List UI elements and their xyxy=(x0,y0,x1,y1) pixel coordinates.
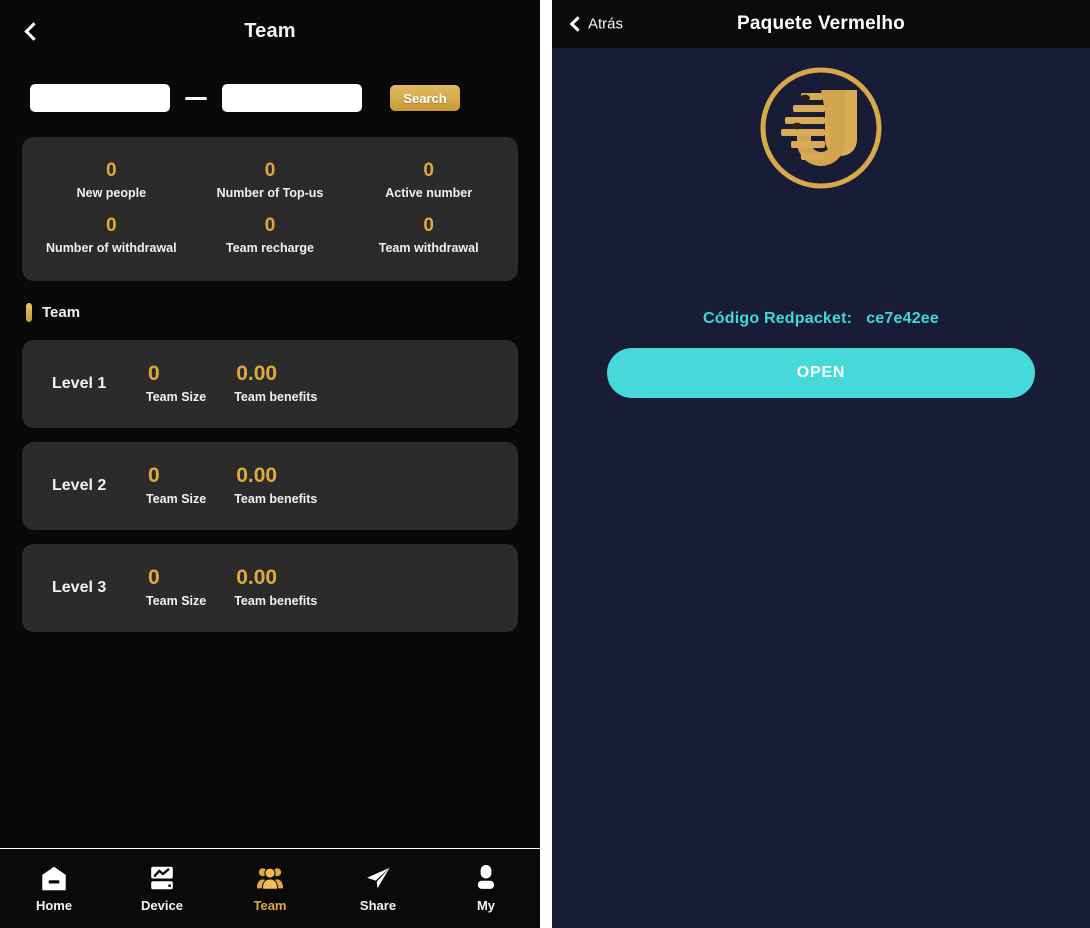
stat-active-number: 0 Active number xyxy=(349,159,508,200)
team-size-label: Team Size xyxy=(146,492,207,507)
stat-label: New people xyxy=(76,185,147,200)
stat-label: Number of withdrawal xyxy=(46,240,177,255)
tab-label: Device xyxy=(141,897,183,913)
tab-team[interactable]: Team xyxy=(216,865,324,913)
tab-device[interactable]: Device xyxy=(108,865,216,913)
team-header: Team xyxy=(0,0,540,62)
team-size-value: 0 xyxy=(148,565,160,589)
team-benefits-value: 0.00 xyxy=(236,361,278,385)
brand-logo xyxy=(757,64,885,192)
tab-home[interactable]: Home xyxy=(0,865,108,913)
home-icon xyxy=(42,866,66,890)
redpacket-header: Atrás Paquete Vermelho xyxy=(552,0,1090,48)
stat-value: 0 xyxy=(106,160,117,181)
stat-number-of-withdrawal: 0 Number of withdrawal xyxy=(32,214,191,255)
level-team-size: 0 Team Size xyxy=(146,565,207,609)
stat-label: Team recharge xyxy=(225,240,314,255)
page-title: Team xyxy=(244,19,296,42)
level-team-size: 0 Team Size xyxy=(146,463,207,507)
panel-divider xyxy=(540,0,552,928)
tab-label: Team xyxy=(253,897,287,913)
redpacket-code-value: ce7e42ee xyxy=(866,310,939,327)
monitor-icon xyxy=(151,866,173,889)
level-team-benefits: 0.00 Team benefits xyxy=(234,565,318,609)
team-section-header: Team xyxy=(26,302,540,322)
send-icon xyxy=(367,867,390,888)
tab-my[interactable]: My xyxy=(432,864,540,913)
stat-value: 0 xyxy=(106,214,117,236)
team-benefits-value: 0.00 xyxy=(236,463,278,487)
level-team-size: 0 Team Size xyxy=(146,361,207,405)
team-benefits-value: 0.00 xyxy=(236,565,278,589)
level-team-benefits: 0.00 Team benefits xyxy=(234,361,318,405)
redpacket-code-line: Código Redpacket: ce7e42ee xyxy=(703,310,939,328)
back-button[interactable] xyxy=(14,14,48,48)
person-icon xyxy=(477,864,495,889)
tab-label: Home xyxy=(35,897,73,913)
app-screen: Team Search 0 New people 0 Number of Top… xyxy=(0,0,1090,928)
redpacket-body: Código Redpacket: ce7e42ee OPEN xyxy=(552,48,1090,928)
date-from-input[interactable] xyxy=(30,84,170,112)
chevron-left-icon xyxy=(569,16,586,32)
stat-label: Active number xyxy=(385,185,473,200)
chevron-left-icon xyxy=(23,21,43,41)
date-to-input[interactable] xyxy=(222,84,362,112)
team-benefits-label: Team benefits xyxy=(234,492,318,507)
level-name: Level 3 xyxy=(52,578,107,596)
search-button[interactable]: Search xyxy=(390,85,460,111)
stat-value: 0 xyxy=(423,160,434,181)
redpacket-page-panel: Atrás Paquete Vermelho Código Redpacket:… xyxy=(552,0,1090,928)
level-name: Level 2 xyxy=(52,476,107,494)
stat-label: Team withdrawal xyxy=(378,240,479,255)
page-title: Paquete Vermelho xyxy=(737,13,905,34)
level-team-benefits: 0.00 Team benefits xyxy=(234,463,318,507)
team-level-list: Level 1 0 Team Size 0.00 Team benefits L… xyxy=(22,339,518,632)
team-stats-card: 0 New people 0 Number of Top-us 0 Active… xyxy=(22,137,518,281)
stat-team-withdrawal: 0 Team withdrawal xyxy=(349,214,508,255)
team-benefits-label: Team benefits xyxy=(234,390,318,405)
team-stats-grid: 0 New people 0 Number of Top-us 0 Active… xyxy=(32,159,508,255)
open-redpacket-button[interactable]: OPEN xyxy=(607,348,1035,398)
team-size-value: 0 xyxy=(148,463,160,487)
team-benefits-label: Team benefits xyxy=(234,594,318,609)
stat-value: 0 xyxy=(264,160,276,181)
range-separator-dash xyxy=(185,96,207,100)
stat-label: Number of Top-us xyxy=(216,185,324,200)
level-row-3[interactable]: Level 3 0 Team Size 0.00 Team benefits xyxy=(22,543,518,632)
back-button[interactable]: Atrás xyxy=(568,16,623,33)
section-accent-bar xyxy=(26,302,32,322)
stat-value: 0 xyxy=(423,214,434,236)
stat-new-people: 0 New people xyxy=(32,159,191,200)
team-size-label: Team Size xyxy=(146,594,207,609)
team-size-value: 0 xyxy=(148,361,160,385)
bottom-tab-bar: Home Device Team Share My xyxy=(0,848,540,928)
level-row-1[interactable]: Level 1 0 Team Size 0.00 Team benefits xyxy=(22,339,518,428)
stat-value: 0 xyxy=(264,214,276,236)
redpacket-code-label: Código Redpacket: xyxy=(703,310,853,327)
search-filter-row: Search xyxy=(0,62,540,112)
level-name: Level 1 xyxy=(52,374,107,392)
people-icon xyxy=(256,867,284,890)
team-page-panel: Team Search 0 New people 0 Number of Top… xyxy=(0,0,540,928)
stat-team-recharge: 0 Team recharge xyxy=(191,214,350,255)
brand-u-logo-icon xyxy=(760,67,882,189)
tab-share[interactable]: Share xyxy=(324,865,432,913)
section-title: Team xyxy=(42,303,81,321)
tab-label: Share xyxy=(359,897,397,913)
back-label: Atrás xyxy=(588,15,624,33)
level-row-2[interactable]: Level 2 0 Team Size 0.00 Team benefits xyxy=(22,441,518,530)
team-size-label: Team Size xyxy=(146,390,207,405)
stat-number-of-top-us: 0 Number of Top-us xyxy=(191,159,350,200)
tab-label: My xyxy=(476,897,496,913)
